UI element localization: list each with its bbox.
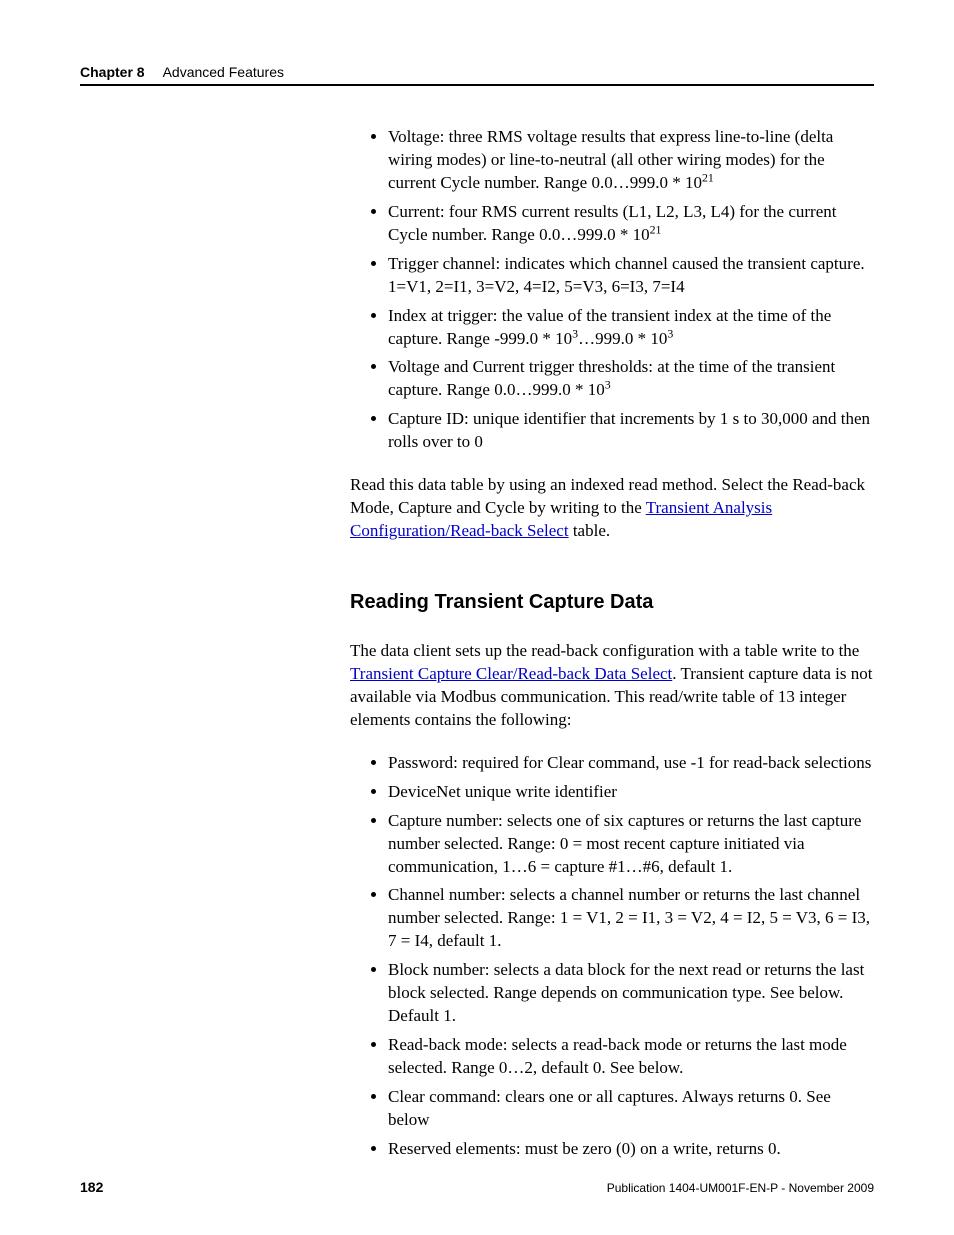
running-header: Chapter 8 Advanced Features — [80, 64, 874, 80]
text: The data client sets up the read-back co… — [350, 641, 859, 660]
header-rule — [80, 84, 874, 86]
text: Read this data table by using an indexed… — [350, 475, 865, 517]
page-footer: 182 Publication 1404-UM001F-EN-P - Novem… — [80, 1179, 874, 1195]
text: Voltage: three RMS voltage results that … — [388, 127, 833, 192]
paragraph: Read this data table by using an indexed… — [350, 474, 874, 543]
list-item: Capture ID: unique identifier that incre… — [388, 408, 874, 454]
list-item: Clear command: clears one or all capture… — [388, 1086, 874, 1132]
chapter-label: Chapter 8 — [80, 64, 145, 80]
list-item: Trigger channel: indicates which channel… — [388, 253, 874, 299]
text: table. — [569, 521, 611, 540]
superscript: 3 — [605, 378, 611, 392]
section-heading: Reading Transient Capture Data — [350, 589, 874, 616]
list-item: Block number: selects a data block for t… — [388, 959, 874, 1028]
chapter-title: Advanced Features — [163, 64, 284, 80]
bullet-list-2: Password: required for Clear command, us… — [350, 752, 874, 1161]
paragraph: The data client sets up the read-back co… — [350, 640, 874, 732]
list-item: Voltage: three RMS voltage results that … — [388, 126, 874, 195]
text: Voltage and Current trigger thresholds: … — [388, 357, 835, 399]
list-item: Channel number: selects a channel number… — [388, 884, 874, 953]
page: Chapter 8 Advanced Features Voltage: thr… — [0, 0, 954, 1235]
list-item: Current: four RMS current results (L1, L… — [388, 201, 874, 247]
superscript: 21 — [650, 222, 662, 236]
list-item: Index at trigger: the value of the trans… — [388, 305, 874, 351]
text: …999.0 * 10 — [578, 329, 667, 348]
link-transient-clear[interactable]: Transient Capture Clear/Read-back Data S… — [350, 664, 672, 683]
list-item: DeviceNet unique write identifier — [388, 781, 874, 804]
list-item: Capture number: selects one of six captu… — [388, 810, 874, 879]
list-item: Password: required for Clear command, us… — [388, 752, 874, 775]
superscript: 3 — [667, 326, 673, 340]
bullet-list-1: Voltage: three RMS voltage results that … — [350, 126, 874, 454]
superscript: 21 — [702, 170, 714, 184]
page-number: 182 — [80, 1179, 103, 1195]
list-item: Reserved elements: must be zero (0) on a… — [388, 1138, 874, 1161]
list-item: Read-back mode: selects a read-back mode… — [388, 1034, 874, 1080]
body-column: Voltage: three RMS voltage results that … — [350, 126, 874, 1161]
publication-id: Publication 1404-UM001F-EN-P - November … — [607, 1181, 874, 1195]
list-item: Voltage and Current trigger thresholds: … — [388, 356, 874, 402]
text: Current: four RMS current results (L1, L… — [388, 202, 837, 244]
